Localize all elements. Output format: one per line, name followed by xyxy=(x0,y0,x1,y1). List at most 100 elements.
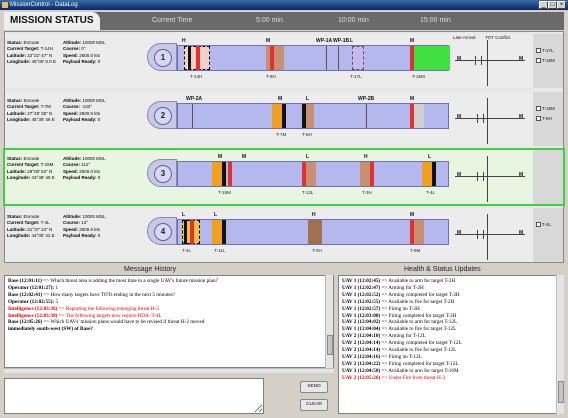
target-options: T-15M T-6H xyxy=(533,92,563,146)
tick-label: 10:00 min xyxy=(338,17,369,24)
option-checkbox[interactable]: T-17L xyxy=(536,48,554,54)
marker: M xyxy=(218,154,223,160)
health-status-title: Health & Status Updates xyxy=(404,266,481,273)
status-line: UAV 2 (12:05:26) => Under Fire from thre… xyxy=(342,374,446,381)
uav-timeline[interactable]: M M L H L T-15M T-12L T-3H T-4L xyxy=(177,154,449,195)
conflict-tick xyxy=(483,172,484,181)
checkbox-icon xyxy=(536,222,541,228)
option-checkbox[interactable]: T-15M xyxy=(536,106,555,112)
uav-number: 2 xyxy=(154,107,172,125)
uav-number-tab[interactable]: 4 xyxy=(147,217,177,245)
status-line: UAV 2 (12:04:14) => Available to fire fo… xyxy=(342,347,457,354)
uav-timeline[interactable]: WP-2A M L WP-2B M T-7M T-6H xyxy=(177,96,449,137)
target-bar xyxy=(222,162,226,186)
conflict-axis xyxy=(455,176,525,177)
uav-row-2[interactable]: Status: Enroute Current Target: T-7M Latit… xyxy=(5,92,563,146)
mission-status-tab[interactable]: MISSION STATUS xyxy=(4,12,100,30)
uav-row-3[interactable]: Status: Enroute Current Target: T-15M Lati… xyxy=(3,148,565,206)
target-label: T-8H xyxy=(266,74,276,79)
message-history-title: Message History xyxy=(124,266,177,273)
message-line: Operator (12:02:55): 5 xyxy=(8,298,59,305)
conflict-tick xyxy=(483,114,484,123)
checkbox-icon xyxy=(536,58,541,64)
message-hscrollbar[interactable] xyxy=(4,368,334,373)
conflict-axis xyxy=(455,60,525,61)
conflict-marker: M xyxy=(519,56,524,62)
conflict-tick xyxy=(483,230,484,239)
conflict-tick xyxy=(477,172,478,181)
marker: H xyxy=(182,38,186,44)
conflict-diagram: M M xyxy=(453,152,533,202)
status-line: UAV 1 (12:02:45) => Available to arm for… xyxy=(342,278,456,284)
target-window xyxy=(422,162,432,186)
send-button[interactable]: SEND xyxy=(300,381,328,393)
message-line: Intelligence (12:03:36) => Reporting the… xyxy=(8,305,159,312)
message-history-log[interactable]: Base (12:01:11) => Which threat area is … xyxy=(4,275,334,368)
target-label: T-12L xyxy=(302,190,314,195)
conflict-marker: M xyxy=(519,172,524,178)
tot-conflict-label: TOT Conflict xyxy=(485,35,511,40)
conflict-tick xyxy=(477,114,478,123)
marker: M xyxy=(410,212,415,218)
clear-button[interactable]: CLEAR xyxy=(300,399,328,411)
health-status-log[interactable]: UAV 1 (12:02:45) => Available to arm for… xyxy=(338,275,564,414)
option-checkbox[interactable]: T-4L xyxy=(536,222,551,228)
marker: L xyxy=(428,154,432,160)
message-line: Operator (12:01:27): 1 xyxy=(8,284,59,291)
uav-timeline[interactable]: L L H M T-4L T-11L T-2H T-5M xyxy=(177,212,449,253)
mission-window: MissionControl - DataLog _ □ × MISSION S… xyxy=(0,0,568,418)
target-label: T-16M xyxy=(412,74,425,79)
target-bar xyxy=(184,220,187,244)
uav-panel: Status: Enroute Current Target: T-14H Lati… xyxy=(3,31,565,263)
target-window xyxy=(414,104,424,128)
target-bar xyxy=(196,46,200,70)
uav-number-tab[interactable]: 2 xyxy=(147,101,177,129)
close-button[interactable]: × xyxy=(557,1,566,9)
target-label: T-6H xyxy=(302,132,312,137)
status-line: UAV 2 (12:04:22) => Firing completed for… xyxy=(342,360,459,367)
conflict-tick xyxy=(481,56,482,65)
conflict-tick xyxy=(477,230,478,239)
minimize-button[interactable]: _ xyxy=(539,1,548,9)
uav-number-tab[interactable]: 3 xyxy=(147,159,177,187)
conflict-marker: M xyxy=(457,114,462,120)
uav-number-tab[interactable]: 1 xyxy=(147,43,177,71)
target-window xyxy=(306,162,316,186)
status-line: UAV 1 (12:02:57) => Firing on T-2H xyxy=(342,305,420,312)
target-window xyxy=(414,220,424,244)
target-window xyxy=(272,104,282,128)
app-icon xyxy=(2,2,8,8)
maximize-button[interactable]: □ xyxy=(548,1,557,9)
target-bar xyxy=(270,46,274,70)
marker: L xyxy=(182,212,186,218)
message-input[interactable] xyxy=(4,378,264,414)
target-bar xyxy=(228,162,232,186)
target-options: T-17L T-16M xyxy=(533,34,563,88)
option-checkbox[interactable]: T-16M xyxy=(536,58,555,64)
target-window xyxy=(360,162,370,186)
marker: L xyxy=(214,212,218,218)
target-label: T-4L xyxy=(426,190,436,195)
status-line: UAV 1 (12:02:55) => Available to fire fo… xyxy=(342,298,455,305)
conflict-marker: M xyxy=(519,114,524,120)
status-line: UAV 3 (12:04:50) => Available to arm for… xyxy=(342,367,459,374)
uav-number: 4 xyxy=(154,223,172,241)
status-scrollbar[interactable] xyxy=(556,275,564,414)
target-bar xyxy=(410,46,414,70)
target-window xyxy=(266,46,284,70)
conflict-divider xyxy=(487,214,488,260)
uav-timeline[interactable]: H M WP-1A WP-1B L M T-14H T-8H T-17L T-1… xyxy=(177,38,450,79)
marker: M xyxy=(278,96,283,102)
uav-row-4[interactable]: Status: Enroute Current Target: T-4L Latit… xyxy=(5,208,563,262)
scroll-thumb[interactable] xyxy=(327,335,333,355)
option-checkbox[interactable]: T-6H xyxy=(536,116,552,122)
scroll-thumb[interactable] xyxy=(558,381,564,403)
target-window xyxy=(414,46,450,70)
target-window xyxy=(352,46,364,70)
target-label: T-11L xyxy=(214,248,226,253)
message-scrollbar[interactable] xyxy=(325,275,333,368)
marker: H xyxy=(364,154,368,160)
uav-row-1[interactable]: Status: Enroute Current Target: T-14H Lati… xyxy=(5,34,563,88)
window-title: MissionControl - DataLog xyxy=(10,2,78,8)
conflict-divider xyxy=(487,156,488,202)
